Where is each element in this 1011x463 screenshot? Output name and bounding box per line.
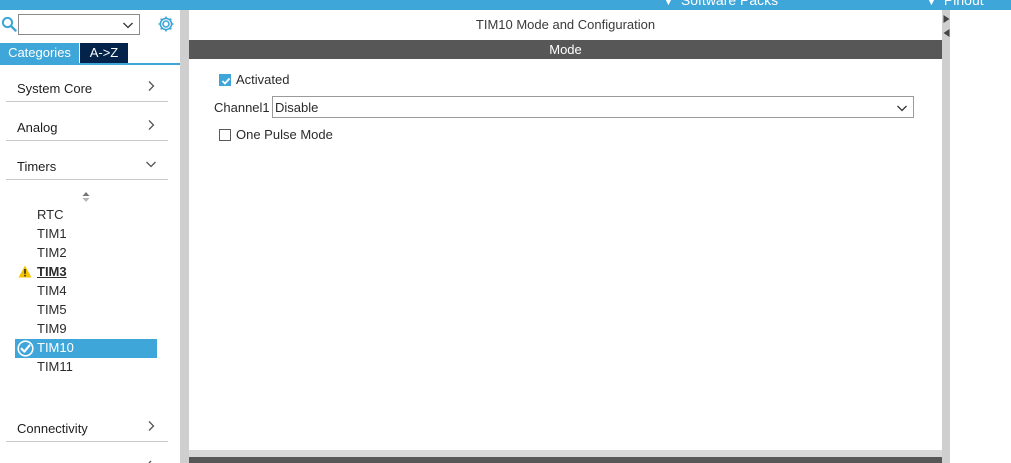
dropdown-arrow-icon: ▼ <box>927 0 936 7</box>
software-packs-menu[interactable]: ▼ Software Packs <box>664 0 778 8</box>
activated-label: Activated <box>236 72 290 87</box>
category-tabs: Categories A->Z <box>0 43 180 63</box>
sort-icon[interactable] <box>82 191 90 203</box>
category-system-core[interactable]: System Core <box>6 74 168 102</box>
timer-item-tim9[interactable]: TIM9 <box>37 319 67 338</box>
channel1-select[interactable]: Disable <box>272 96 914 118</box>
chevron-right-icon <box>148 421 155 431</box>
timer-item-tim3[interactable]: TIM3 <box>37 262 67 281</box>
one-pulse-mode-label: One Pulse Mode <box>236 127 333 142</box>
pinout-label: Pinout <box>943 0 984 8</box>
warning-icon <box>18 265 32 278</box>
timer-item-tim5[interactable]: TIM5 <box>37 300 67 319</box>
one-pulse-mode-checkbox[interactable] <box>219 129 231 141</box>
page-title: TIM10 Mode and Configuration <box>475 17 656 32</box>
chevron-down-icon[interactable] <box>122 19 134 31</box>
panel-splitter[interactable] <box>180 10 189 463</box>
right-splitter[interactable] <box>942 10 950 463</box>
search-icon[interactable] <box>1 16 17 32</box>
chevron-down-icon <box>146 161 156 168</box>
category-timers[interactable]: Timers <box>6 152 168 180</box>
chevron-down-icon <box>897 105 907 112</box>
channel1-value: Disable <box>275 100 319 115</box>
chevron-right-icon <box>148 120 155 130</box>
tab-categories[interactable]: Categories <box>0 43 79 63</box>
mode-section-header[interactable]: Mode <box>189 40 942 59</box>
mode-configuration-panel: TIM10 Mode and Configuration Mode Activa… <box>189 10 942 450</box>
timer-item-tim11[interactable]: TIM11 <box>37 357 73 376</box>
left-panel: Categories A->Z System Core Analog Timer… <box>0 10 180 463</box>
category-label: Timers <box>17 159 57 174</box>
collapse-arrow-icon[interactable] <box>943 14 950 38</box>
timer-item-tim4[interactable]: TIM4 <box>37 281 67 300</box>
category-label: System Core <box>17 81 93 96</box>
timer-item-tim1[interactable]: TIM1 <box>37 224 67 243</box>
category-label: Connectivity <box>17 421 88 436</box>
top-toolbar: ▼ Software Packs ▼ Pinout <box>0 0 1011 10</box>
timer-item-tim2[interactable]: TIM2 <box>37 243 67 262</box>
gear-icon[interactable] <box>157 15 175 33</box>
timer-item-tim10[interactable]: TIM10 <box>37 338 74 357</box>
tabs-divider <box>0 63 180 65</box>
chevron-right-icon <box>148 460 152 463</box>
chevron-right-icon <box>148 81 155 91</box>
checkmark-icon <box>221 77 231 85</box>
category-connectivity[interactable]: Connectivity <box>6 414 168 442</box>
configuration-header-strip <box>189 457 942 463</box>
activated-checkbox[interactable] <box>219 74 231 86</box>
software-packs-label: Software Packs <box>680 0 779 8</box>
timer-item-rtc[interactable]: RTC <box>37 205 63 224</box>
configuration-section-header[interactable] <box>189 450 942 463</box>
category-label: Analog <box>17 120 58 135</box>
pinout-menu[interactable]: ▼ Pinout <box>927 0 984 8</box>
channel1-label: Channel1 <box>214 100 270 115</box>
category-analog[interactable]: Analog <box>6 113 168 141</box>
check-circle-icon <box>17 340 34 357</box>
tab-a-to-z[interactable]: A->Z <box>80 43 128 63</box>
search-combo[interactable] <box>18 14 140 35</box>
dropdown-arrow-icon: ▼ <box>664 0 673 7</box>
